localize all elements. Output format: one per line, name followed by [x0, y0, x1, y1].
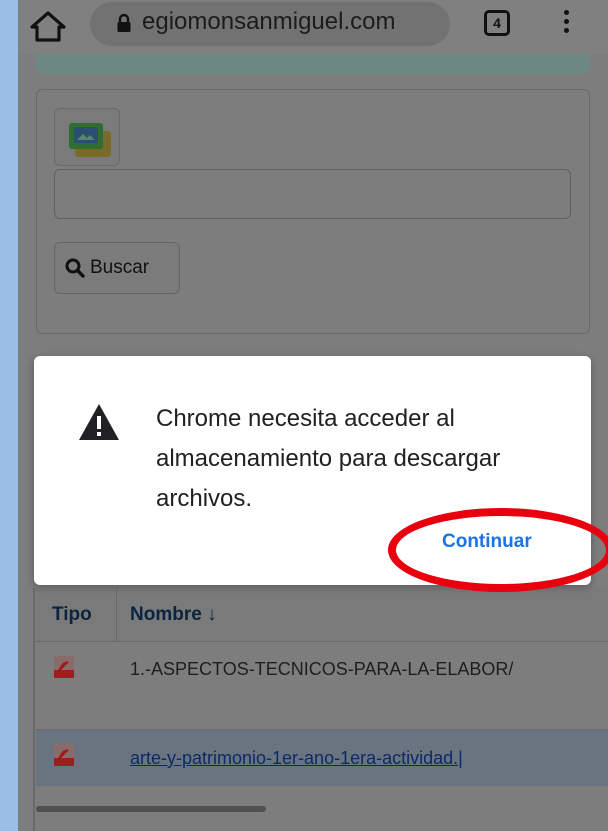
- pdf-icon: [54, 656, 74, 678]
- browser-toolbar: egiomonsanmiguel.com 4: [18, 0, 608, 54]
- tab-switcher-button[interactable]: 4: [484, 10, 510, 36]
- overflow-menu-icon[interactable]: [556, 6, 576, 42]
- presentation-icon: [69, 123, 111, 157]
- file-name[interactable]: 1.-ASPECTOS-TECNICOS-PARA-LA-ELABOR/: [130, 659, 590, 680]
- dialog-message: Chrome necesita acceder al almacenamient…: [156, 405, 501, 512]
- search-button[interactable]: Buscar: [54, 242, 180, 294]
- pdf-icon: [54, 744, 74, 766]
- table-row[interactable]: [36, 642, 608, 730]
- annotation-circle: [388, 508, 608, 592]
- column-header-tipo[interactable]: Tipo: [52, 604, 92, 626]
- search-button-label: Buscar: [90, 257, 150, 278]
- warning-icon: [79, 404, 119, 440]
- table-border: [33, 588, 35, 831]
- search-input[interactable]: [54, 169, 571, 219]
- lock-icon: [117, 13, 131, 32]
- search-icon: [65, 258, 85, 278]
- gallery-button[interactable]: [54, 108, 120, 166]
- tab-count: 4: [493, 15, 501, 31]
- home-icon[interactable]: [28, 6, 68, 46]
- horizontal-scrollbar[interactable]: [36, 806, 266, 812]
- url-text[interactable]: egiomonsanmiguel.com: [142, 8, 395, 36]
- file-link[interactable]: arte-y-patrimonio-1er-ano-1era-actividad…: [130, 748, 590, 769]
- column-header-nombre[interactable]: Nombre ↓: [130, 604, 217, 626]
- table-header: [36, 588, 608, 642]
- page-header-strip: [36, 54, 590, 74]
